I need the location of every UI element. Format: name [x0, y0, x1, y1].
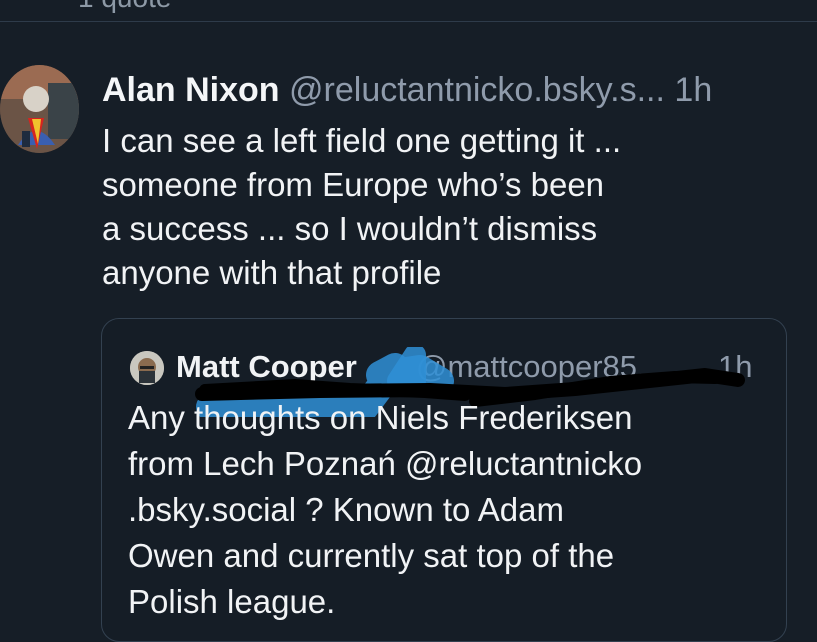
post-text-line: someone from Europe who’s been — [102, 166, 605, 203]
quoted-post-text: Any thoughts on Niels Frederiksen from L… — [128, 395, 768, 625]
quoted-author-avatar[interactable] — [130, 351, 164, 385]
quoted-post-text-line: Owen and currently sat top of the — [128, 537, 615, 574]
quoted-post-text-line: Any thoughts on Niels Frederiksen — [128, 399, 633, 436]
quoted-post-text-line: from Lech Poznań @reluctantnicko — [128, 445, 643, 482]
post-timestamp: 1h — [674, 71, 713, 109]
post-text-line: I can see a left field one getting it ..… — [102, 122, 622, 159]
quotes-count-fragment[interactable]: 1 quote — [78, 0, 171, 14]
post-header: Alan Nixon @reluctantnicko.bsky.s... 1h — [102, 70, 712, 110]
quoted-post-text-line: .bsky.social ? Known to Adam — [128, 491, 564, 528]
post-text: I can see a left field one getting it ..… — [102, 119, 792, 295]
profile-avatar-photo-icon — [0, 65, 79, 153]
post-text-line: anyone with that profile — [102, 254, 442, 291]
quoted-author-handle[interactable]: @mattcooper85... — [416, 347, 663, 387]
post[interactable]: Alan Nixon @reluctantnicko.bsky.s... 1h … — [0, 22, 817, 642]
quoted-post-timestamp: 1h — [718, 349, 753, 384]
author-avatar[interactable] — [0, 65, 79, 153]
quoted-post-card[interactable]: Matt Cooper @mattcooper85... 1h Any thou… — [101, 318, 787, 642]
quoted-author-name[interactable]: Matt Cooper — [176, 347, 357, 387]
author-name[interactable]: Alan Nixon — [102, 71, 280, 109]
post-text-line: a success ... so I wouldn’t dismiss — [102, 210, 598, 247]
profile-avatar-photo-icon — [130, 351, 164, 385]
author-handle[interactable]: @reluctantnicko.bsky.s... — [289, 71, 665, 109]
quoted-post-header: Matt Cooper @mattcooper85... 1h — [130, 347, 770, 417]
quoted-post-text-line: Polish league. — [128, 583, 336, 620]
